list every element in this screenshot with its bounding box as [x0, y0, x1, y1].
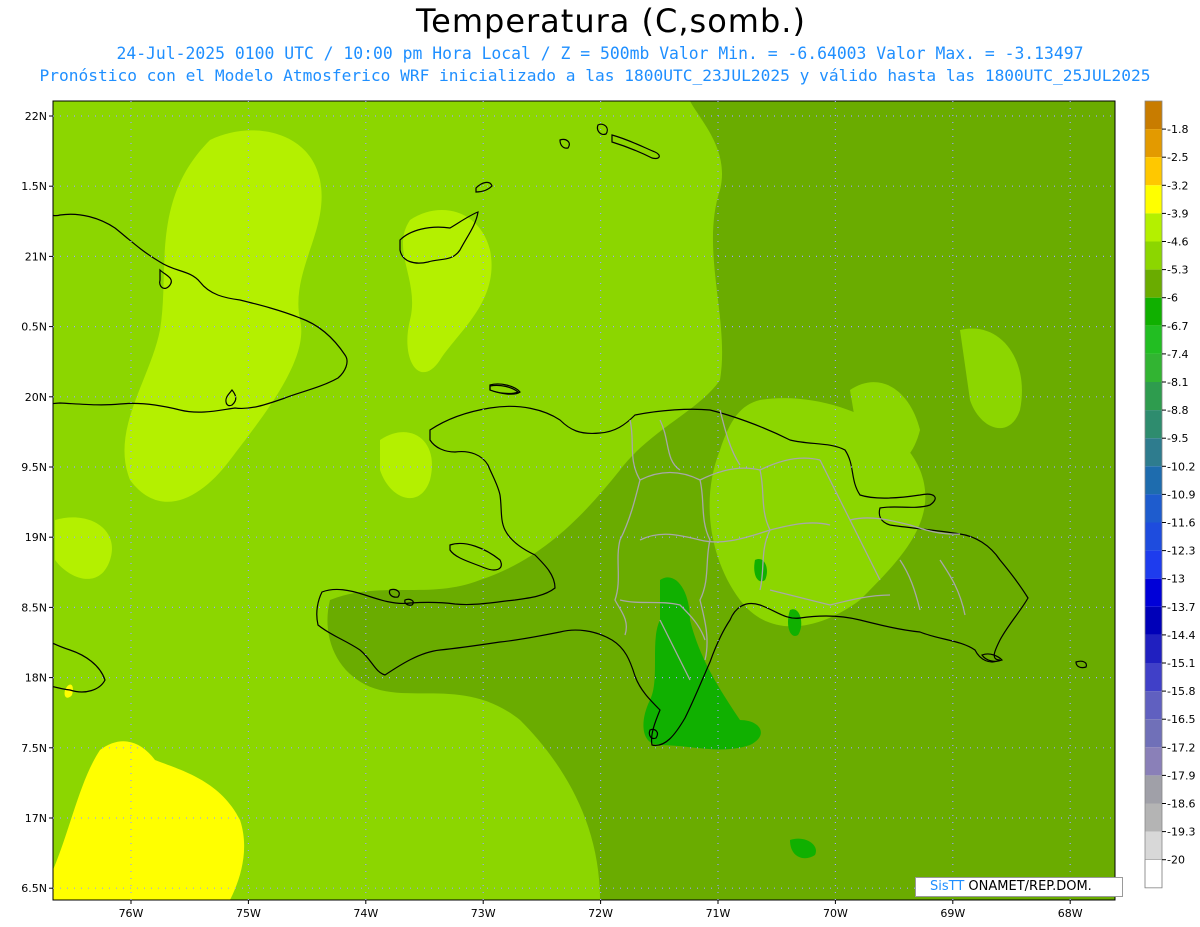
lon-label: 72W: [588, 907, 613, 920]
colorbar-label: -9.5: [1167, 432, 1188, 445]
colorbar-swatch: [1145, 606, 1162, 635]
lat-label: 18N: [25, 672, 47, 685]
colorbar-swatch: [1145, 129, 1162, 158]
lat-label: 0.5N: [21, 321, 47, 334]
lat-label: 21N: [25, 250, 47, 263]
colorbar-label: -11.6: [1167, 517, 1195, 530]
colorbar-label: -14.4: [1167, 629, 1195, 642]
colorbar-label: -16.5: [1167, 713, 1195, 726]
colorbar-label: -15.1: [1167, 657, 1195, 670]
lon-label: 75W: [236, 907, 261, 920]
colorbar-label: -17.9: [1167, 769, 1195, 782]
colorbar-label: -19.3: [1167, 826, 1195, 839]
colorbar-swatch: [1145, 325, 1162, 354]
lon-label: 68W: [1058, 907, 1083, 920]
colorbar-swatch: [1145, 353, 1162, 382]
colorbar-swatch: [1145, 747, 1162, 776]
colorbar-label: -6: [1167, 292, 1178, 305]
colorbar-swatch: [1144, 859, 1163, 889]
lon-label: 76W: [119, 907, 144, 920]
colorbar-swatch: [1145, 410, 1162, 439]
colorbar-swatch: [1145, 466, 1162, 495]
colorbar-swatch: [1145, 634, 1162, 663]
colorbar-swatch: [1145, 157, 1162, 186]
colorbar-swatch: [1145, 185, 1162, 214]
lon-label: 73W: [471, 907, 496, 920]
colorbar-swatch: [1145, 803, 1162, 832]
lat-label: 6.5N: [21, 882, 47, 895]
lat-label: 17N: [25, 812, 47, 825]
colorbar-swatch: [1145, 494, 1162, 523]
colorbar: -1.8 -2.5 -3.2 -3.9 -4.6 -5.3 -6 -6.7 -7.4 -8.1 -8…: [1144, 100, 1195, 889]
colorbar-label: -3.9: [1167, 207, 1188, 220]
colorbar-swatch: [1145, 241, 1162, 270]
lon-label: 69W: [940, 907, 965, 920]
colorbar-label: -15.8: [1167, 685, 1195, 698]
colorbar-label: -3.2: [1167, 179, 1188, 192]
colorbar-label: -12.3: [1167, 545, 1195, 558]
colorbar-label: -6.7: [1167, 320, 1188, 333]
colorbar-label: -20: [1167, 854, 1185, 867]
colorbar-swatch: [1145, 382, 1162, 411]
lat-label: 7.5N: [21, 742, 47, 755]
colorbar-label: -10.2: [1167, 460, 1195, 473]
colorbar-label: -18.6: [1167, 798, 1195, 811]
lat-label: 19N: [25, 531, 47, 544]
colorbar-label: -13.7: [1167, 601, 1195, 614]
colorbar-label: -10.9: [1167, 488, 1195, 501]
lon-label: 70W: [823, 907, 848, 920]
lat-label: 8.5N: [21, 601, 47, 614]
colorbar-label: -4.6: [1167, 236, 1188, 249]
credit-box: SisTT ONAMET/REP.DOM.: [915, 877, 1123, 897]
colorbar-swatch: [1145, 101, 1162, 130]
colorbar-label: -8.8: [1167, 404, 1188, 417]
colorbar-swatch: [1145, 213, 1162, 242]
colorbar-label: -17.2: [1167, 741, 1195, 754]
colorbar-label: -1.8: [1167, 123, 1188, 136]
lat-label: 22N: [25, 110, 47, 123]
colorbar-swatch: [1145, 550, 1162, 579]
colorbar-swatch: [1145, 719, 1162, 748]
colorbar-label: -2.5: [1167, 151, 1188, 164]
lat-label: 9.5N: [21, 461, 47, 474]
lon-label: 74W: [353, 907, 378, 920]
lon-label: 71W: [706, 907, 731, 920]
credit-text: ONAMET/REP.DOM.: [964, 879, 1092, 894]
colorbar-swatch: [1145, 691, 1162, 720]
lat-label: 1.5N: [21, 180, 47, 193]
sistt-logo: SisTT: [930, 879, 965, 894]
colorbar-swatch: [1145, 522, 1162, 551]
colorbar-swatch: [1145, 578, 1162, 607]
colorbar-swatch: [1145, 438, 1162, 467]
colorbar-label: -8.1: [1167, 376, 1188, 389]
colorbar-label: -7.4: [1167, 348, 1188, 361]
colorbar-label: -13: [1167, 573, 1185, 586]
colorbar-swatch: [1145, 297, 1162, 326]
colorbar-swatch: [1145, 269, 1162, 298]
colorbar-label: -5.3: [1167, 264, 1188, 277]
colorbar-swatch: [1145, 831, 1162, 860]
colorbar-swatch: [1145, 663, 1162, 692]
colorbar-swatch: [1145, 775, 1162, 804]
temperature-map: 22N 1.5N 21N 0.5N 20N 9.5N 19N 8.5N 18N 7.5N 17N 6.…: [21, 100, 1195, 920]
shaded-field: [53, 101, 1115, 900]
lat-label: 20N: [25, 391, 47, 404]
